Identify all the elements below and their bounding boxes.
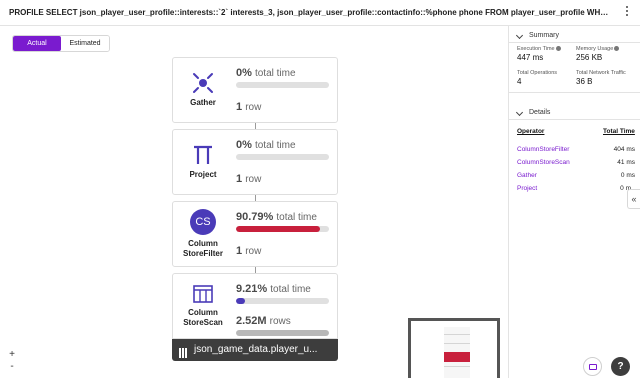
- time-percent: 0% total time: [236, 139, 296, 151]
- minimap[interactable]: [408, 318, 500, 378]
- time-bar: [236, 298, 329, 304]
- query-header: PROFILE SELECT json_player_user_profile:…: [0, 0, 640, 26]
- row-count: 2.52M rows: [236, 315, 291, 327]
- time-percent: 0% total time: [236, 67, 296, 79]
- actual-tab[interactable]: Actual: [13, 36, 61, 51]
- time-bar: [236, 82, 329, 88]
- columnstorefilter-icon: CS: [190, 209, 216, 235]
- stat-label: Execution Time: [517, 46, 561, 52]
- time-bar: [236, 226, 329, 232]
- operator-link[interactable]: Project: [517, 185, 537, 192]
- collapse-panel-button[interactable]: «: [627, 189, 640, 209]
- operator-link[interactable]: Gather: [517, 172, 537, 179]
- node-label: Column StoreFilter: [182, 239, 223, 258]
- row-count: 1 row: [236, 101, 262, 113]
- stat-label: Memory Usage: [576, 46, 620, 52]
- total-time-column-header[interactable]: Total Time: [603, 128, 635, 135]
- info-icon[interactable]: [555, 46, 561, 52]
- operator-time: 41 ms: [617, 159, 635, 166]
- stat-value: 4: [517, 77, 522, 86]
- details-section-header[interactable]: Details: [509, 107, 640, 119]
- plan-canvas[interactable]: Actual Estimated Gather 0% total time 1 …: [0, 27, 508, 378]
- stat-value: 36 B: [576, 77, 593, 86]
- table-name-bar[interactable]: json_game_data.player_u...: [172, 339, 338, 361]
- gather-icon: [193, 73, 213, 93]
- chevron-down-icon: [515, 108, 524, 117]
- profile-view: PROFILE SELECT json_player_user_profile:…: [0, 0, 640, 378]
- node-label: Project: [189, 170, 217, 179]
- minimap-hot-node: [444, 352, 470, 362]
- rows-bar-fill: [236, 330, 329, 336]
- operator-column-header[interactable]: Operator: [517, 128, 544, 135]
- stat-value: 256 KB: [576, 53, 603, 62]
- zoom-out-button[interactable]: -: [6, 361, 18, 373]
- details-row[interactable]: ColumnStoreFilter 404 ms: [517, 146, 635, 158]
- time-percent: 9.21% total time: [236, 283, 311, 295]
- summary-panel: Summary Execution Time 447 ms Memory Usa…: [508, 26, 640, 378]
- details-row[interactable]: Gather 0 ms: [517, 172, 635, 184]
- table-name: json_game_data.player_u...: [194, 344, 318, 355]
- node-label: Gather: [190, 98, 216, 107]
- columnstore-icon: [193, 285, 213, 303]
- summary-title: Summary: [529, 32, 559, 39]
- time-bar-fill: [236, 298, 245, 304]
- plan-node-columnstorefilter[interactable]: CS Column StoreFilter 90.79% total time 1…: [172, 201, 338, 267]
- help-button[interactable]: ?: [611, 357, 630, 376]
- stat-label: Total Operations: [517, 70, 558, 76]
- details-row[interactable]: ColumnStoreScan 41 ms: [517, 159, 635, 171]
- node-icon-area: Gather: [173, 58, 233, 122]
- chat-icon: [589, 364, 597, 370]
- details-row[interactable]: Project 0 m: [517, 185, 635, 197]
- actual-estimated-toggle[interactable]: Actual Estimated: [12, 35, 110, 52]
- plan-node-project[interactable]: Project 0% total time 1 row: [172, 129, 338, 195]
- time-percent: 90.79% total time: [236, 211, 317, 223]
- table-columns-icon: [179, 345, 189, 358]
- operator-time: 404 ms: [613, 146, 635, 153]
- query-text: PROFILE SELECT json_player_user_profile:…: [9, 8, 609, 17]
- divider: [509, 92, 640, 93]
- details-title: Details: [529, 109, 551, 116]
- row-count: 1 row: [236, 245, 262, 257]
- rows-bar: [236, 330, 329, 336]
- info-icon[interactable]: [614, 46, 620, 52]
- row-count: 1 row: [236, 173, 262, 185]
- plan-node-columnstorescan[interactable]: Column StoreScan 9.21% total time 2.52M r…: [172, 273, 338, 339]
- chevron-down-icon: [515, 31, 524, 40]
- stat-label: Total Network Traffic: [576, 70, 626, 76]
- operator-link[interactable]: ColumnStoreScan: [517, 159, 570, 166]
- node-label: Column StoreScan: [183, 308, 223, 327]
- divider: [509, 42, 640, 43]
- minimap-divider: [444, 343, 470, 344]
- divider: [509, 119, 640, 120]
- minimap-divider: [444, 334, 470, 335]
- minimap-divider: [444, 366, 470, 367]
- summary-section-header[interactable]: Summary: [509, 30, 640, 42]
- time-bar: [236, 154, 329, 160]
- chat-button[interactable]: [583, 357, 602, 376]
- plan-node-gather[interactable]: Gather 0% total time 1 row: [172, 57, 338, 123]
- stat-value: 447 ms: [517, 53, 544, 62]
- project-pi-icon: [194, 145, 212, 164]
- zoom-in-button[interactable]: +: [6, 349, 18, 361]
- operator-time: 0 ms: [620, 172, 635, 179]
- operator-link[interactable]: ColumnStoreFilter: [517, 146, 569, 153]
- more-options-icon[interactable]: [624, 6, 630, 18]
- estimated-tab[interactable]: Estimated: [61, 36, 109, 51]
- time-bar-fill: [236, 226, 321, 232]
